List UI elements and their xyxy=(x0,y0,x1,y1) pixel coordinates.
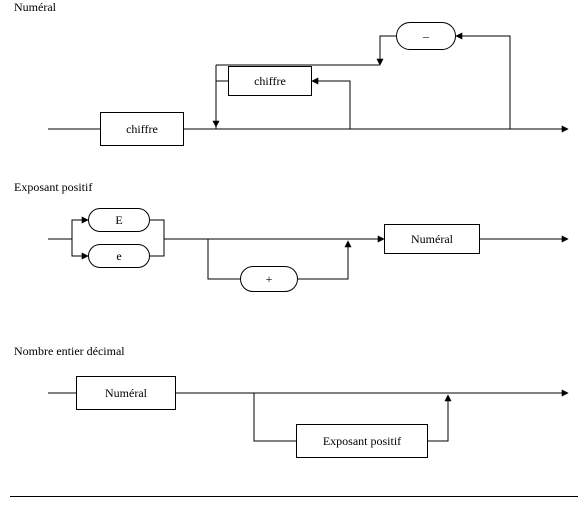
wires xyxy=(0,0,588,512)
page-footer-rule xyxy=(10,496,578,497)
syntax-diagrams: Numéral Exposant positif Nombre entier d… xyxy=(0,0,588,512)
